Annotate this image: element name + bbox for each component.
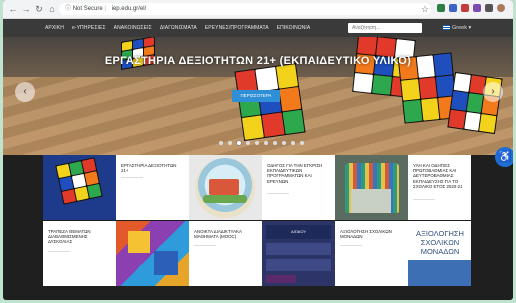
greek-flag-icon bbox=[443, 25, 450, 31]
tile-question-bank[interactable]: ΤΡΑΠΕΖΑ ΘΕΜΑΤΩΝ ΔΙΑΒΑΘΜΙΣΜΕΝΗΣ ΔΥΣΚΟΛΙΑΣ bbox=[43, 221, 116, 286]
tile-skills-labs[interactable]: ΕΡΓΑΣΤΗΡΙΑ ΔΕΞΙΟΤΗΤΩΝ 21+ bbox=[116, 155, 189, 220]
extension-icon[interactable] bbox=[449, 4, 457, 12]
nav-item-contact[interactable]: ΕΠΙΚΟΙΝΩΝΙΑ bbox=[273, 19, 315, 37]
tile-approval-guide[interactable]: ΟΔΗΓΟΣ ΓΙΑ ΤΗΝ ΕΓΚΡΙΣΗ ΕΚΠΑΙΔΕΥΤΙΚΩΝ ΠΡΟ… bbox=[262, 155, 335, 220]
tile-school-evaluation[interactable]: ΑΞΙΟΛΟΓΗΣΗ ΣΧΟΛΙΚΩΝ ΜΟΝΑΔΩΝ bbox=[335, 221, 408, 286]
url-text: iep.edu.gr/el/ bbox=[111, 6, 147, 12]
security-label: Not Secure bbox=[72, 6, 103, 12]
extension-icon[interactable] bbox=[461, 4, 469, 12]
tile-image-illustration[interactable] bbox=[189, 155, 262, 220]
slide-dot[interactable] bbox=[300, 141, 304, 145]
university-logo: ΑΙΓΑΙΟΥ bbox=[266, 225, 331, 239]
slide-dot[interactable] bbox=[291, 141, 295, 145]
browser-window: ← → ↻ ⌂ ⓘ Not Secure | iep.edu.gr/el/ ☆ … bbox=[3, 0, 513, 300]
nav-item-research[interactable]: ΕΡΕΥΝΕΣ/ΠΡΟΓΡΑΜΜΑΤΑ bbox=[201, 19, 273, 37]
slide-dot[interactable] bbox=[273, 141, 277, 145]
forward-icon[interactable]: → bbox=[20, 3, 32, 15]
prev-slide-icon[interactable]: ‹ bbox=[15, 82, 35, 102]
warning-icon: ⓘ bbox=[65, 6, 72, 12]
slide-dot[interactable] bbox=[237, 141, 241, 145]
slide-dot[interactable] bbox=[246, 141, 250, 145]
slide-dot[interactable] bbox=[264, 141, 268, 145]
avatar[interactable] bbox=[497, 4, 505, 12]
slide-indicators bbox=[219, 141, 304, 145]
tile-image-blocks[interactable] bbox=[116, 221, 189, 286]
tile-evaluation-poster[interactable]: ΑΞΙΟΛΟΓΗΣΗ ΣΧΟΛΙΚΩΝ ΜΟΝΑΔΩΝ bbox=[408, 221, 471, 286]
tile-mooc[interactable]: ΑΝΟΙΚΤΑ ΔΙΑΔΙΚΤΥΑΚΑ ΜΑΘΗΜΑΤΑ (MOOC) bbox=[189, 221, 262, 286]
address-bar[interactable]: ⓘ Not Secure | iep.edu.gr/el/ bbox=[59, 3, 431, 15]
slide-dot[interactable] bbox=[282, 141, 286, 145]
extension-icon[interactable] bbox=[485, 4, 493, 12]
slide-dot[interactable] bbox=[228, 141, 232, 145]
nav-item-home[interactable]: ΑΡΧΙΚΗ bbox=[41, 19, 68, 37]
tile-syllabus[interactable]: ΥΛΗ ΚΑΙ ΟΔΗΓΙΕΣ ΠΡΩΤΟΒΑΘΜΙΑΣ ΚΑΙ ΔΕΥΤΕΡΟ… bbox=[408, 155, 471, 220]
tile-grid: ΕΡΓΑΣΤΗΡΙΑ ΔΕΞΙΟΤΗΤΩΝ 21+ ΟΔΗΓΟΣ ΓΙΑ ΤΗΝ… bbox=[43, 155, 471, 287]
slide-dot[interactable] bbox=[219, 141, 223, 145]
hero-slider: ΕΡΓΑΣΤΗΡΙΑ ΔΕΞΙΟΤΗΤΩΝ 21+ (ΕΚΠΑΙΔΕΥΤΙΚΟ … bbox=[3, 37, 513, 155]
next-slide-icon[interactable]: › bbox=[483, 82, 503, 102]
language-selector[interactable]: Greek ▾ bbox=[443, 23, 471, 33]
search-input[interactable] bbox=[348, 23, 422, 33]
nav-item-eservices[interactable]: e-ΥΠΗΡΕΣΙΕΣ bbox=[68, 19, 110, 37]
site-navigation: ΑΡΧΙΚΗ e-ΥΠΗΡΕΣΙΕΣ ΑΝΑΚΟΙΝΩΣΕΙΣ ΔΙΑΓΩΝΙΣ… bbox=[3, 19, 513, 37]
nav-item-competitions[interactable]: ΔΙΑΓΩΝΙΣΜΑΤΑ bbox=[156, 19, 201, 37]
browser-toolbar: ← → ↻ ⌂ ⓘ Not Secure | iep.edu.gr/el/ ☆ bbox=[3, 0, 513, 19]
back-icon[interactable]: ← bbox=[7, 3, 19, 15]
home-icon[interactable]: ⌂ bbox=[46, 3, 58, 15]
reload-icon[interactable]: ↻ bbox=[33, 3, 45, 15]
extension-icon[interactable] bbox=[473, 4, 481, 12]
more-button[interactable]: ΠΕΡΙΣΣΟΤΕΡΑ bbox=[232, 90, 280, 102]
nav-item-announcements[interactable]: ΑΝΑΚΟΙΝΩΣΕΙΣ bbox=[110, 19, 156, 37]
accessibility-icon[interactable]: ♿ bbox=[495, 147, 513, 167]
extension-icon[interactable] bbox=[437, 4, 445, 12]
star-icon[interactable]: ☆ bbox=[419, 3, 431, 15]
hero-title: ΕΡΓΑΣΤΗΡΙΑ ΔΕΞΙΟΤΗΤΩΝ 21+ (ΕΚΠΑΙΔΕΥΤΙΚΟ … bbox=[104, 55, 412, 67]
tile-image-cube[interactable] bbox=[43, 155, 116, 220]
tile-image-pencils[interactable] bbox=[335, 155, 408, 220]
slide-dot[interactable] bbox=[255, 141, 259, 145]
tile-image-university[interactable]: ΑΙΓΑΙΟΥ bbox=[262, 221, 335, 286]
